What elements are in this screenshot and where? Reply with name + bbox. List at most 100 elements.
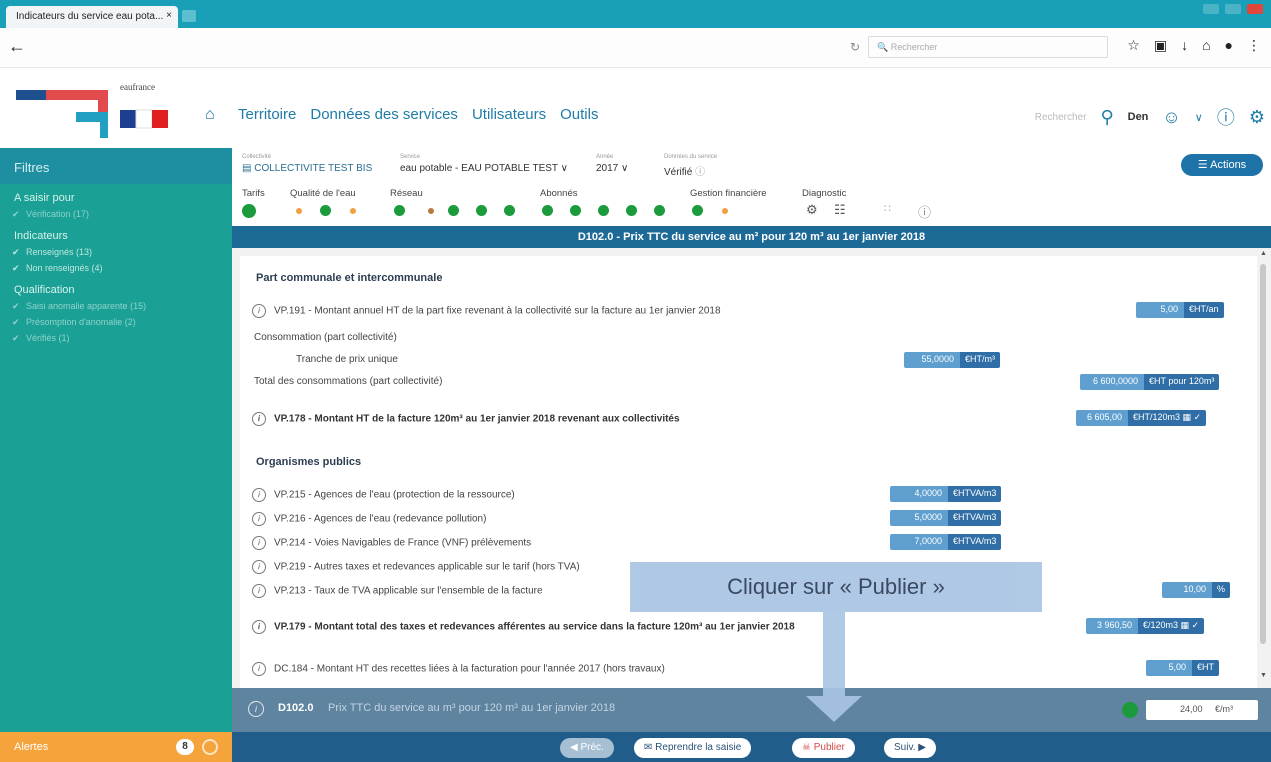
home-icon[interactable]: ⌂ — [205, 106, 215, 124]
sync-icon[interactable]: ● — [1225, 37, 1233, 54]
minimize-icon[interactable] — [1203, 4, 1219, 14]
prev-button[interactable]: ◀ Préc. — [560, 738, 614, 758]
diagnostic-info-icon[interactable]: ⓘ — [918, 202, 931, 221]
sidebar-item-renseignes[interactable]: Renseignés (13) — [0, 244, 232, 260]
nav-donnees-services[interactable]: Données des services — [310, 106, 458, 123]
info-icon[interactable]: i — [252, 662, 266, 676]
check-icon[interactable]: ✓ — [1192, 620, 1200, 630]
resume-entry-button[interactable]: ✉ Reprendre la saisie — [634, 738, 752, 758]
close-window-icon[interactable] — [1247, 4, 1263, 14]
status-dot[interactable] — [626, 205, 637, 216]
maximize-icon[interactable] — [1225, 4, 1241, 14]
search-icon[interactable]: ⚲ — [1100, 107, 1113, 128]
tab-gestion-financiere[interactable]: Gestion financière — [690, 188, 767, 199]
vp215-value[interactable]: 4,0000 €HTVA/m3 — [890, 486, 1002, 502]
info-icon[interactable]: i — [252, 560, 266, 574]
diagnostic-grid-icon[interactable]: ∷ — [884, 202, 891, 215]
user-name[interactable]: Den — [1128, 111, 1149, 123]
tranche-value[interactable]: 55,0000 €HT/m³ — [904, 352, 1000, 368]
info-icon[interactable]: i — [252, 584, 266, 598]
tab-diagnostic[interactable]: Diagnostic — [802, 188, 846, 199]
service-select[interactable]: eau potable - EAU POTABLE TEST ∨ — [400, 163, 568, 174]
annee-select[interactable]: 2017 ∨ — [596, 163, 628, 174]
info-icon[interactable]: i — [248, 701, 264, 717]
tab-tarifs[interactable]: Tarifs — [242, 188, 265, 199]
library-icon[interactable]: ▣ — [1154, 37, 1167, 54]
status-dot[interactable] — [428, 208, 434, 214]
info-icon[interactable]: i — [252, 512, 266, 526]
info-icon[interactable]: i — [252, 536, 266, 550]
nav-utilisateurs[interactable]: Utilisateurs — [472, 106, 546, 123]
info-icon[interactable]: i — [252, 488, 266, 502]
info-icon[interactable]: i — [252, 304, 266, 318]
publish-button[interactable]: ☠ Publier — [792, 738, 855, 758]
status-dot[interactable] — [654, 205, 665, 216]
actions-button[interactable]: ☰ Actions — [1181, 154, 1263, 176]
home-browser-icon[interactable]: ⌂ — [1202, 37, 1210, 54]
reload-icon[interactable]: ↻ — [850, 40, 860, 54]
status-dot[interactable] — [350, 208, 356, 214]
prev-label: Préc. — [580, 742, 604, 753]
info-icon[interactable]: i — [252, 412, 266, 426]
user-icon[interactable]: ☺ — [1162, 107, 1180, 128]
settings-icon[interactable]: ⚙ — [1249, 107, 1265, 128]
alerts-toggle-icon[interactable] — [202, 739, 218, 755]
status-dot[interactable] — [598, 205, 609, 216]
panel-scrollbar[interactable]: ▲ ▼ — [1257, 248, 1269, 688]
vp213-value[interactable]: 10,00% — [1162, 582, 1231, 598]
total-conso-value[interactable]: 6 600,0000 €HT pour 120m³ — [1080, 374, 1220, 390]
nav-outils[interactable]: Outils — [560, 106, 598, 123]
status-dot[interactable] — [692, 205, 703, 216]
diagnostic-gear-icon[interactable]: ⚙ — [806, 202, 818, 218]
nav-territoire[interactable]: Territoire — [238, 106, 296, 123]
scroll-down-icon[interactable]: ▼ — [1260, 672, 1267, 679]
menu-icon[interactable]: ⋮ — [1247, 37, 1261, 54]
status-dot[interactable] — [722, 208, 728, 214]
sidebar-item-verifies[interactable]: Vérifiés (1) — [0, 330, 232, 346]
sidebar-item-non-renseignes[interactable]: Non renseignés (4) — [0, 260, 232, 276]
back-arrow-icon[interactable]: ← — [8, 36, 26, 57]
status-dot[interactable] — [542, 205, 553, 216]
vp191-row: i VP.191 - Montant annuel HT de la part f… — [252, 304, 721, 318]
vp191-value[interactable]: 5,00 €HT/an — [1136, 302, 1224, 318]
sidebar-item-anomalie-apparente[interactable]: Saisi anomalie apparente (15) — [0, 298, 232, 314]
vp216-value[interactable]: 5,0000 €HTVA/m3 — [890, 510, 1002, 526]
status-dot[interactable] — [504, 205, 515, 216]
alerts-bar[interactable]: Alertes 8 — [0, 732, 232, 762]
calculator-icon[interactable]: ▦ — [1183, 412, 1192, 422]
close-tab-icon[interactable]: × — [166, 10, 172, 21]
dc184-value[interactable]: 5,00 €HT — [1146, 660, 1220, 676]
vp179-value[interactable]: 3 960,50 €/120m3 ▦ ✓ — [1086, 618, 1205, 634]
vp178-value[interactable]: 6 605,00 €HT/120m3 ▦ ✓ — [1076, 410, 1207, 426]
tab-abonnes[interactable]: Abonnés — [540, 188, 578, 199]
collectivite-value[interactable]: ▤ COLLECTIVITE TEST BIS — [242, 163, 372, 174]
status-dot[interactable] — [296, 208, 302, 214]
calculator-icon[interactable]: ▦ — [1181, 620, 1190, 630]
bookmark-star-icon[interactable]: ☆ — [1127, 37, 1140, 54]
info-icon[interactable]: ⓘ — [695, 167, 705, 178]
sidebar-item-verification[interactable]: Vérification (17) — [0, 206, 232, 222]
tab-qualite-eau[interactable]: Qualité de l'eau — [290, 188, 356, 199]
diagnostic-network-icon[interactable]: ☷ — [834, 202, 846, 218]
sidebar-item-presomption[interactable]: Présomption d'anomalie (2) — [0, 314, 232, 330]
status-dot[interactable] — [394, 205, 405, 216]
chevron-down-icon[interactable]: ∨ — [1195, 111, 1203, 124]
new-tab-button[interactable] — [182, 10, 196, 22]
check-icon[interactable]: ✓ — [1194, 412, 1202, 422]
next-button[interactable]: Suiv. ▶ — [884, 738, 936, 758]
help-icon[interactable]: ⓘ — [1217, 104, 1235, 130]
browser-tab[interactable]: Indicateurs du service eau pota... × — [6, 6, 178, 28]
status-dot[interactable] — [448, 205, 459, 216]
vp214-value[interactable]: 7,0000 €HTVA/m3 — [890, 534, 1002, 550]
download-icon[interactable]: ↓ — [1181, 37, 1188, 54]
app-search-label[interactable]: Rechercher — [1035, 112, 1087, 123]
info-icon[interactable]: i — [252, 620, 266, 634]
browser-search-input[interactable]: 🔍 Rechercher — [868, 36, 1108, 58]
tab-reseau[interactable]: Réseau — [390, 188, 423, 199]
status-dot[interactable] — [476, 205, 487, 216]
scroll-up-icon[interactable]: ▲ — [1260, 250, 1267, 257]
status-dot[interactable] — [320, 205, 331, 216]
scroll-thumb[interactable] — [1260, 264, 1266, 644]
status-dot[interactable] — [242, 204, 256, 218]
status-dot[interactable] — [570, 205, 581, 216]
